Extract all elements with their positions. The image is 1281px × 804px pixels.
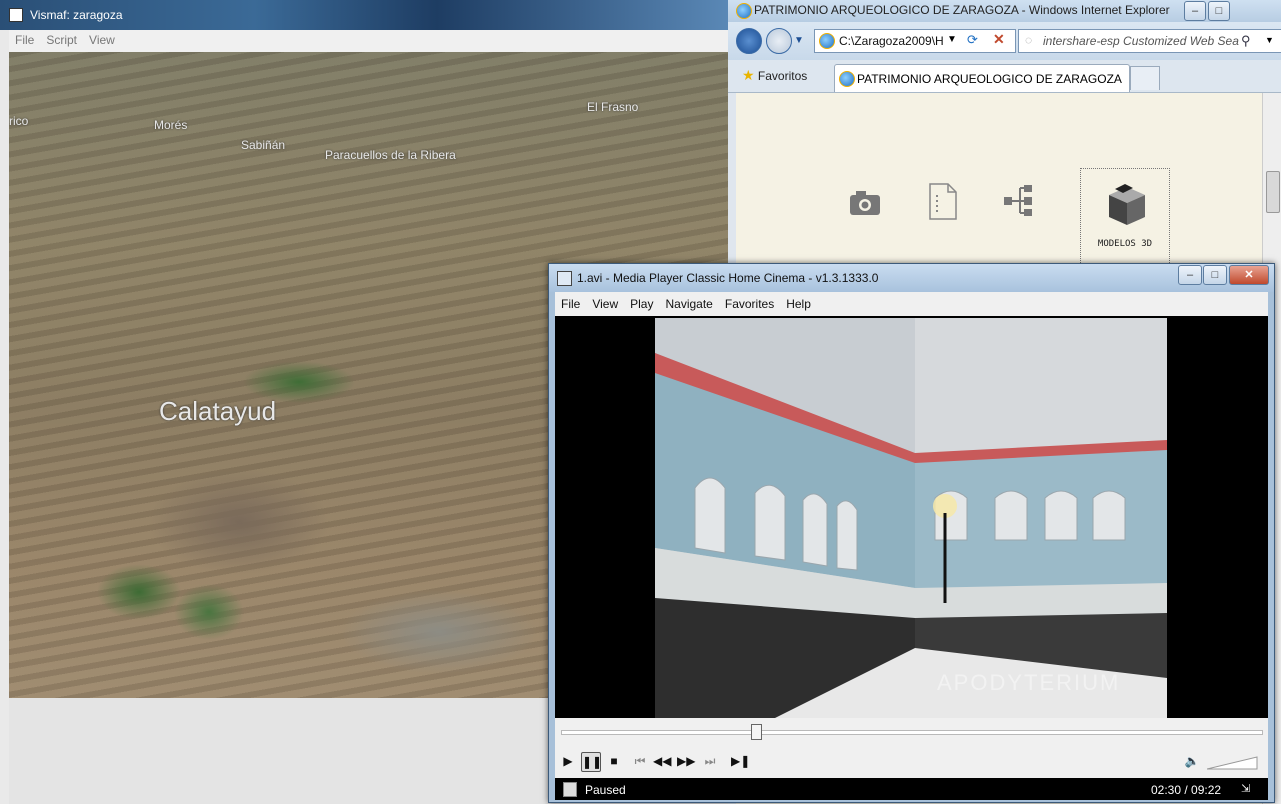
maximize-button[interactable]: □ xyxy=(1208,1,1230,21)
stop-icon[interactable]: ■ xyxy=(605,752,623,770)
status-file-icon xyxy=(563,782,577,797)
place-label: Paracuellos de la Ribera xyxy=(325,148,456,162)
search-dropdown-icon[interactable]: ▼ xyxy=(1265,35,1274,45)
menu-script[interactable]: Script xyxy=(40,30,83,50)
history-dropdown-icon[interactable]: ▼ xyxy=(794,35,804,46)
ie-tabbar: ★ Favoritos PATRIMONIO ARQUEOLOGICO DE Z… xyxy=(728,60,1281,93)
address-bar[interactable]: C:\Zaragoza2009\H ▼ ⟳ ✕ xyxy=(814,29,1016,53)
ie-logo-icon xyxy=(736,3,752,19)
document-icon[interactable] xyxy=(922,181,962,221)
play-icon[interactable]: ▶ xyxy=(559,752,577,770)
place-label: El Frasno xyxy=(587,100,639,114)
favorites-label: Favoritos xyxy=(757,69,808,83)
frame-step-icon[interactable]: ▶❚ xyxy=(731,752,750,770)
address-dropdown-icon[interactable]: ▼ xyxy=(947,34,957,45)
refresh-icon[interactable]: ⟳ xyxy=(967,32,978,48)
seek-bar[interactable] xyxy=(561,724,1263,740)
forward-icon[interactable] xyxy=(766,28,792,54)
menu-file[interactable]: File xyxy=(555,292,586,311)
tab-title: PATRIMONIO ARQUEOLOGICO DE ZARAGOZA xyxy=(857,72,1122,86)
ie-navbar: ▼ C:\Zaragoza2009\H ▼ ⟳ ✕ ◌ intershare-e… xyxy=(728,22,1281,60)
menu-favorites[interactable]: Favorites xyxy=(719,292,780,311)
search-placeholder: intershare-esp Customized Web Sea xyxy=(1043,34,1239,48)
mpc-app-icon xyxy=(557,271,572,286)
minimize-button[interactable]: – xyxy=(1184,1,1206,21)
page-icon xyxy=(819,33,835,49)
video-frame-image xyxy=(655,318,1167,718)
vismaf-menubar: File Script View xyxy=(9,30,728,52)
minimize-button[interactable]: – xyxy=(1178,265,1202,285)
video-caption: APODYTERIUM xyxy=(937,670,1121,695)
camera-icon[interactable] xyxy=(846,183,886,223)
place-label: Morés xyxy=(154,118,188,132)
fast-forward-icon[interactable]: ▶▶ xyxy=(677,752,695,770)
pause-icon[interactable]: ❚❚ xyxy=(581,752,602,772)
menu-help[interactable]: Help xyxy=(780,292,817,311)
vismaf-titlebar[interactable]: Vismaf: zaragoza xyxy=(0,0,728,30)
maximize-button[interactable]: □ xyxy=(1203,265,1227,285)
mpc-window: 1.avi - Media Player Classic Home Cinema… xyxy=(548,263,1275,803)
search-provider-icon: ◌ xyxy=(1025,33,1033,47)
rewind-icon[interactable]: ◀◀ xyxy=(653,752,671,770)
menu-play[interactable]: Play xyxy=(624,292,659,311)
back-icon[interactable] xyxy=(736,28,762,54)
menu-view[interactable]: View xyxy=(586,292,624,311)
seek-thumb[interactable] xyxy=(751,724,762,740)
model-3d-icon xyxy=(1109,184,1145,225)
search-field[interactable]: ◌ intershare-esp Customized Web Sea ⚲ ▼ xyxy=(1018,29,1281,53)
app-icon xyxy=(9,8,23,22)
place-label: rico xyxy=(9,114,29,128)
favorites-button[interactable]: ★ Favoritos xyxy=(742,67,807,84)
mpc-title: 1.avi - Media Player Classic Home Cinema… xyxy=(577,271,879,285)
ie-title: PATRIMONIO ARQUEOLOGICO DE ZARAGOZA - Wi… xyxy=(754,3,1170,17)
tab-active[interactable]: PATRIMONIO ARQUEOLOGICO DE ZARAGOZA xyxy=(834,64,1130,92)
stop-icon[interactable]: ✕ xyxy=(993,31,1005,48)
menu-view[interactable]: View xyxy=(83,30,121,50)
place-label: Sabiñán xyxy=(241,138,286,152)
fullscreen-icon[interactable]: ⇲ xyxy=(1241,782,1250,795)
status-bar: Paused 02:30 / 09:22 ⇲ xyxy=(555,778,1268,800)
prev-chapter-icon[interactable]: ⏮ xyxy=(631,752,649,770)
address-text: C:\Zaragoza2009\H xyxy=(839,34,944,48)
next-chapter-icon[interactable]: ⏭ xyxy=(701,752,719,770)
modelos-3d-link[interactable]: MODELOS 3D xyxy=(1080,168,1170,265)
menu-file[interactable]: File xyxy=(9,30,40,50)
vismaf-title: Vismaf: zaragoza xyxy=(30,8,123,22)
menu-navigate[interactable]: Navigate xyxy=(659,292,718,311)
close-button[interactable]: ✕ xyxy=(1229,265,1269,285)
search-icon[interactable]: ⚲ xyxy=(1241,33,1251,49)
volume-icon[interactable]: 🔈 xyxy=(1183,752,1201,770)
scroll-thumb[interactable] xyxy=(1266,171,1280,213)
status-text: Paused xyxy=(585,783,626,797)
mpc-titlebar[interactable]: 1.avi - Media Player Classic Home Cinema… xyxy=(549,264,1274,292)
hierarchy-icon[interactable] xyxy=(998,181,1038,221)
star-icon: ★ xyxy=(742,67,755,83)
tab-ie-icon xyxy=(839,71,855,87)
ie-titlebar[interactable]: PATRIMONIO ARQUEOLOGICO DE ZARAGOZA - Wi… xyxy=(728,0,1281,22)
mpc-controls: ▶ ❚❚ ■ ⏮ ◀◀ ▶▶ ⏭ ▶❚ 🔈 xyxy=(555,718,1268,778)
place-label-major: Calatayud xyxy=(159,396,277,426)
time-display: 02:30 / 09:22 xyxy=(1151,783,1222,797)
mpc-menubar: File View Play Navigate Favorites Help xyxy=(555,292,1268,316)
video-frame: APODYTERIUM xyxy=(655,318,1167,718)
volume-slider[interactable] xyxy=(1206,756,1259,770)
new-tab-button[interactable] xyxy=(1130,66,1160,90)
video-area[interactable]: APODYTERIUM xyxy=(555,316,1268,718)
modelos-label: MODELOS 3D xyxy=(1097,239,1153,249)
